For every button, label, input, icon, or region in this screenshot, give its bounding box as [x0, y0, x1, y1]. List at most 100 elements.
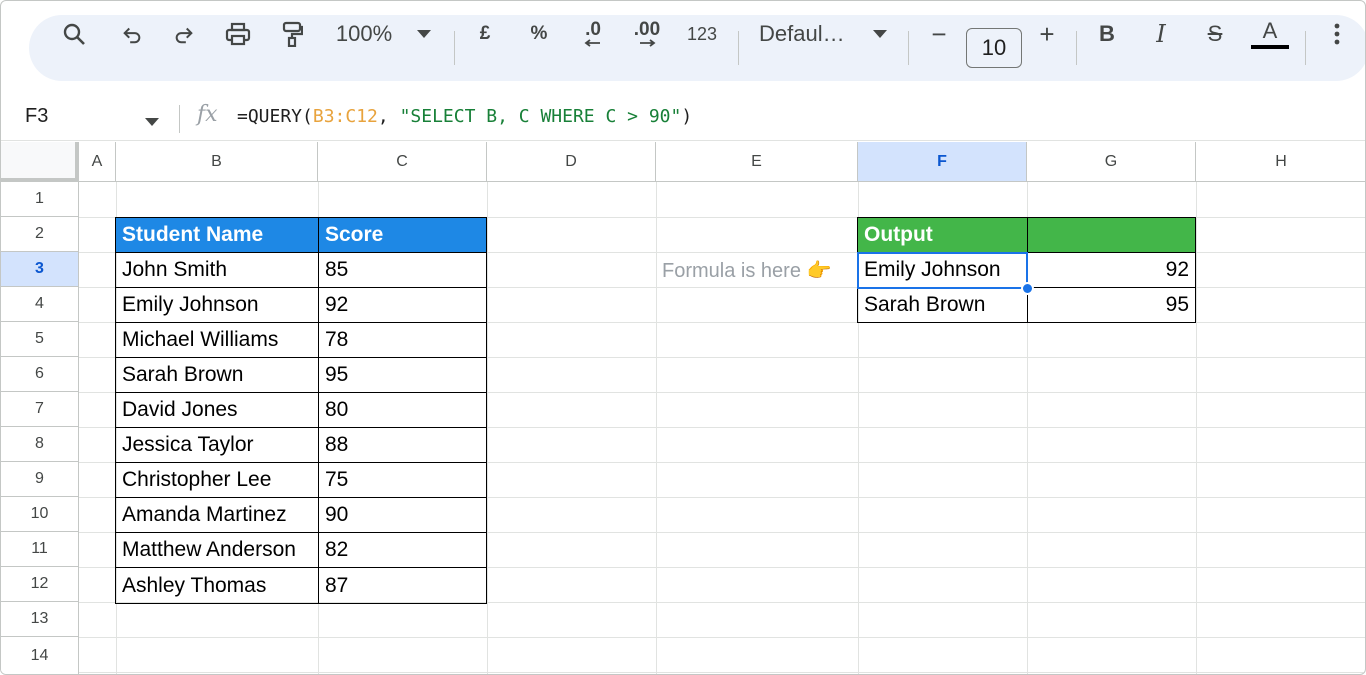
source-score-cell[interactable]: 82 [318, 532, 487, 568]
row-header-14[interactable]: 14 [1, 637, 79, 674]
source-score-cell[interactable]: 85 [318, 252, 487, 288]
row-header-3[interactable]: 3 [1, 252, 79, 287]
decrease-decimal-button[interactable]: .0 [575, 1, 611, 67]
currency-button[interactable]: £ [471, 1, 499, 67]
text-color-swatch [1251, 45, 1289, 49]
column-header-f[interactable]: F [858, 142, 1027, 182]
toolbar-separator [908, 31, 909, 65]
select-all-corner[interactable] [1, 142, 79, 182]
source-header-name[interactable]: Student Name [115, 217, 319, 253]
row-header-7[interactable]: 7 [1, 392, 79, 427]
row-header-13[interactable]: 13 [1, 602, 79, 637]
column-header-d[interactable]: D [487, 142, 656, 182]
source-name-cell[interactable]: Christopher Lee [115, 462, 319, 498]
output-header-name[interactable]: Output [857, 217, 1028, 253]
bold-button[interactable]: B [1093, 1, 1121, 67]
formula-input[interactable]: =QUERY(B3:C12, "SELECT B, C WHERE C > 90… [237, 106, 692, 127]
source-name-cell[interactable]: Sarah Brown [115, 357, 319, 393]
row-header-11[interactable]: 11 [1, 532, 79, 567]
formula-range: B3:C12 [312, 106, 378, 127]
toolbar-separator [1305, 31, 1306, 65]
source-name-cell[interactable]: Jessica Taylor [115, 427, 319, 463]
formula-prefix: =QUERY( [237, 106, 313, 127]
formula-bar-separator [179, 105, 180, 133]
increase-decimal-button[interactable]: .00 [627, 1, 667, 67]
source-score-cell[interactable]: 90 [318, 497, 487, 533]
source-header-score[interactable]: Score [318, 217, 487, 253]
source-name-cell[interactable]: Matthew Anderson [115, 532, 319, 568]
formula-comma: , [377, 106, 400, 127]
output-score-cell[interactable]: 92 [1027, 252, 1196, 288]
fx-icon: fx [197, 102, 218, 127]
decrease-decimal-label: .0 [585, 19, 601, 40]
redo-icon[interactable] [167, 1, 201, 67]
row-header-4[interactable]: 4 [1, 287, 79, 322]
text-color-button[interactable]: A [1251, 1, 1289, 67]
source-score-cell[interactable]: 78 [318, 322, 487, 358]
arrow-right-icon [640, 39, 656, 47]
output-name-cell[interactable]: Sarah Brown [857, 287, 1028, 323]
source-score-cell[interactable]: 92 [318, 287, 487, 323]
formula-string: "SELECT B, C WHERE C > 90" [399, 106, 682, 127]
row-header-10[interactable]: 10 [1, 497, 79, 532]
chevron-down-icon[interactable] [411, 1, 437, 67]
paint-format-icon[interactable] [275, 1, 309, 67]
zoom-select[interactable]: 100% [329, 1, 399, 67]
number-format-button[interactable]: 123 [681, 1, 723, 67]
row-header-5[interactable]: 5 [1, 322, 79, 357]
strikethrough-button[interactable]: S [1201, 1, 1229, 67]
column-header-e[interactable]: E [656, 142, 858, 182]
column-header-a[interactable]: A [79, 142, 116, 182]
text-color-label: A [1262, 18, 1278, 43]
formula-note[interactable]: Formula is here 👉 [656, 252, 858, 288]
decrease-font-size-button[interactable]: − [925, 1, 953, 67]
chevron-down-icon[interactable] [867, 1, 893, 67]
spreadsheet-window: 100% £ % .0 .00 123 Defaul… − 10 + B I S… [0, 0, 1366, 675]
font-size-input[interactable]: 10 [966, 28, 1022, 68]
increase-font-size-button[interactable]: + [1033, 1, 1061, 67]
source-name-cell[interactable]: Amanda Martinez [115, 497, 319, 533]
source-name-cell[interactable]: John Smith [115, 252, 319, 288]
column-header-g[interactable]: G [1027, 142, 1196, 182]
toolbar-separator [1076, 31, 1077, 65]
source-score-cell[interactable]: 88 [318, 427, 487, 463]
source-score-cell[interactable]: 80 [318, 392, 487, 428]
column-header-c[interactable]: C [318, 142, 487, 182]
source-score-cell[interactable]: 75 [318, 462, 487, 498]
row-header-1[interactable]: 1 [1, 182, 79, 217]
percent-button[interactable]: % [525, 1, 553, 67]
more-vert-icon[interactable] [1325, 1, 1349, 67]
search-icon[interactable] [57, 1, 91, 67]
row-header-12[interactable]: 12 [1, 567, 79, 602]
column-header-b[interactable]: B [116, 142, 318, 182]
italic-button[interactable]: I [1147, 1, 1175, 67]
toolbar-separator [454, 31, 455, 65]
formula-suffix: ) [681, 106, 693, 127]
column-header-h[interactable]: H [1196, 142, 1365, 182]
toolbar-separator [738, 31, 739, 65]
grid-row-line [79, 637, 1365, 638]
output-header-score[interactable] [1027, 217, 1196, 253]
source-score-cell[interactable]: 87 [318, 567, 487, 604]
grid-row-line [79, 672, 1365, 673]
row-header-2[interactable]: 2 [1, 217, 79, 252]
chevron-down-icon[interactable] [145, 113, 159, 131]
name-box[interactable]: F3 [25, 105, 48, 128]
source-name-cell[interactable]: Emily Johnson [115, 287, 319, 323]
row-header-8[interactable]: 8 [1, 427, 79, 462]
active-cell-selection [857, 252, 1028, 289]
output-score-cell[interactable]: 95 [1027, 287, 1196, 323]
font-select[interactable]: Defaul… [759, 1, 855, 67]
row-header-6[interactable]: 6 [1, 357, 79, 392]
fill-handle[interactable] [1021, 282, 1034, 295]
source-name-cell[interactable]: Ashley Thomas [115, 567, 319, 604]
increase-decimal-label: .00 [633, 19, 661, 40]
row-header-9[interactable]: 9 [1, 462, 79, 497]
formula-bar: F3 fx =QUERY(B3:C12, "SELECT B, C WHERE … [1, 97, 1365, 141]
source-name-cell[interactable]: David Jones [115, 392, 319, 428]
source-name-cell[interactable]: Michael Williams [115, 322, 319, 358]
source-score-cell[interactable]: 95 [318, 357, 487, 393]
print-icon[interactable] [221, 1, 255, 67]
arrow-left-icon [584, 39, 600, 47]
undo-icon[interactable] [115, 1, 149, 67]
